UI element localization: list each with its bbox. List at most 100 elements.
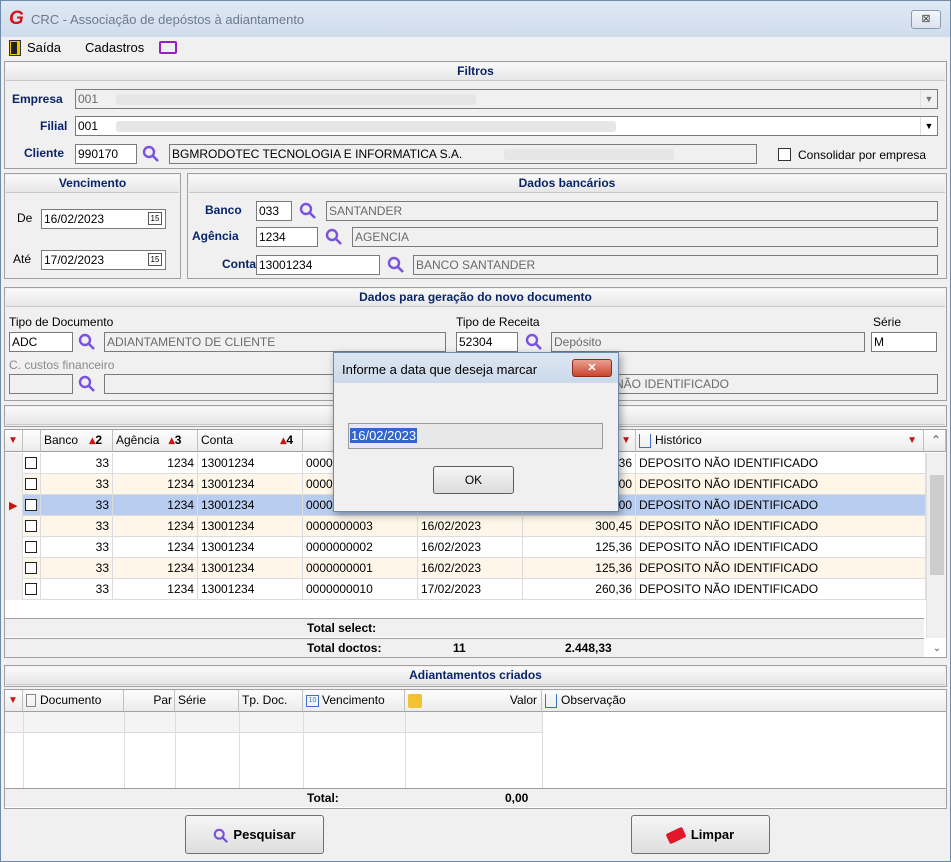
row-checkbox-cell [23, 495, 41, 516]
window-close-button[interactable]: ⊠ [911, 10, 941, 29]
filial-value: 001 [78, 119, 99, 133]
col-agencia[interactable]: Agência ▴3 [113, 430, 198, 452]
tipo-receita-code-input[interactable]: 52304 [456, 332, 518, 352]
scrollbar-thumb[interactable] [930, 475, 944, 575]
chevron-down-icon: ▼ [920, 117, 937, 135]
scroll-down-icon[interactable]: ⌄ [929, 643, 945, 654]
col-conta[interactable]: Conta ▴4 [198, 430, 303, 452]
row-checkbox[interactable] [25, 562, 37, 574]
row-checkbox[interactable] [25, 520, 37, 532]
vencimento-header: Vencimento [6, 175, 179, 193]
dialog-date-input[interactable]: 16/02/2023 [348, 423, 603, 449]
calendar-icon: 10 [306, 694, 319, 707]
search-icon[interactable] [142, 145, 160, 163]
row-indicator [5, 453, 23, 474]
cell-valor: 260,36 [523, 579, 636, 600]
window-title: CRC - Associação de depóstos à adiantame… [31, 12, 305, 27]
dialog-title-bar: Informe a data que deseja marcar ✕ [334, 353, 618, 383]
sort-order: 3 [174, 433, 182, 447]
cell-hist: DEPOSITO NÃO IDENTIFICADO [636, 474, 926, 495]
monitor-icon[interactable] [159, 41, 177, 54]
cell-data: 16/02/2023 [418, 516, 523, 537]
filter-icon[interactable]: ▼ [5, 430, 23, 452]
cell-agencia: 1234 [113, 453, 198, 474]
calendar-icon[interactable]: 15 [148, 253, 162, 266]
dialog-ok-button[interactable]: OK [433, 466, 514, 494]
col-banco-label: Banco [44, 433, 79, 447]
agencia-code-input[interactable]: 1234 [256, 227, 318, 247]
cell-banco: 33 [41, 516, 113, 537]
ccustos-code-input[interactable] [9, 374, 73, 394]
date-to-value: 17/02/2023 [44, 253, 105, 267]
search-button[interactable]: Pesquisar [185, 815, 324, 854]
filter-icon[interactable]: ▼ [5, 690, 23, 712]
row-checkbox[interactable] [25, 499, 37, 511]
cell-doc: 0000000010 [303, 579, 418, 600]
col-adv-vencimento-label: Vencimento [322, 693, 385, 707]
advances-header: Adiantamentos criados [6, 667, 945, 685]
row-checkbox[interactable] [25, 541, 37, 553]
search-icon[interactable] [387, 256, 405, 274]
consolidar-checkbox[interactable] [778, 148, 791, 161]
dialog-close-button[interactable]: ✕ [572, 359, 612, 377]
date-from-input[interactable]: 16/02/2023 15 [41, 209, 166, 229]
advances-grid: ▼ Documento Par Série Tp. Doc. 10 Vencime… [4, 689, 947, 809]
search-icon[interactable] [78, 375, 96, 393]
search-icon[interactable] [78, 333, 96, 351]
col-adv-tpdoc[interactable]: Tp. Doc. [239, 690, 303, 712]
table-row[interactable]: 33 1234 13001234 0000000003 16/02/2023 300,45… [5, 516, 926, 537]
sort-order: 4 [286, 433, 294, 447]
search-icon[interactable] [325, 228, 343, 246]
col-adv-par[interactable]: Par [124, 690, 175, 712]
scroll-up-icon[interactable]: ⌃ [924, 430, 946, 452]
filial-select[interactable]: 001 ▼ [75, 116, 938, 136]
col-adv-serie[interactable]: Série [175, 690, 239, 712]
empresa-value: 001 [78, 92, 99, 106]
calendar-icon[interactable]: 15 [148, 212, 162, 225]
row-checkbox[interactable] [25, 457, 37, 469]
table-row[interactable]: 33 1234 13001234 0000000002 16/02/2023 125,36… [5, 537, 926, 558]
col-adv-valor[interactable]: Valor [405, 690, 542, 712]
empresa-label: Empresa [12, 92, 63, 106]
cliente-code-input[interactable]: 990170 [75, 144, 137, 164]
dialog-title: Informe a data que deseja marcar [342, 362, 538, 377]
banco-code-input[interactable]: 033 [256, 201, 292, 221]
clear-button-label: Limpar [690, 827, 735, 842]
select-all-header[interactable] [23, 430, 41, 452]
filter-icon[interactable]: ▼ [907, 430, 917, 451]
vertical-scrollbar[interactable]: ⌄ [926, 453, 946, 654]
table-row[interactable]: 33 1234 13001234 0000000001 16/02/2023 125,36… [5, 558, 926, 579]
menu-register[interactable]: Cadastros [85, 40, 144, 55]
cell-conta: 13001234 [198, 579, 303, 600]
row-checkbox-cell [23, 537, 41, 558]
search-icon[interactable] [299, 202, 317, 220]
col-adv-vencimento[interactable]: 10 Vencimento [303, 690, 405, 712]
table-row[interactable]: 33 1234 13001234 0000000010 17/02/2023 260,36… [5, 579, 926, 600]
date-to-input[interactable]: 17/02/2023 15 [41, 250, 166, 270]
row-checkbox[interactable] [25, 478, 37, 490]
cell-conta: 13001234 [198, 558, 303, 579]
conta-code-input[interactable]: 13001234 [256, 255, 380, 275]
col-banco[interactable]: Banco ▴2 [41, 430, 113, 452]
cell-agencia: 1234 [113, 579, 198, 600]
empresa-select[interactable]: 001 ▼ [75, 89, 938, 109]
cell-valor: 125,36 [523, 558, 636, 579]
clear-button[interactable]: Limpar [631, 815, 770, 854]
serie-input[interactable]: M [871, 332, 937, 352]
cell-data: 17/02/2023 [418, 579, 523, 600]
empty-row [5, 712, 542, 733]
tipo-receita-label: Tipo de Receita [456, 315, 540, 329]
search-icon[interactable] [525, 333, 543, 351]
menu-exit[interactable]: Saída [27, 40, 61, 55]
document-icon [639, 433, 651, 448]
cell-hist: DEPOSITO NÃO IDENTIFICADO [636, 516, 926, 537]
cell-banco: 33 [41, 474, 113, 495]
col-historico[interactable]: Histórico ▼ [636, 430, 924, 452]
col-adv-documento[interactable]: Documento [23, 690, 124, 712]
document-icon [545, 693, 557, 708]
tipo-doc-code-input[interactable]: ADC [9, 332, 73, 352]
historico-text: NÃO IDENTIFICADO [615, 377, 730, 391]
ate-label: Até [13, 252, 32, 266]
col-adv-observacao[interactable]: Observação [542, 690, 946, 712]
row-checkbox[interactable] [25, 583, 37, 595]
